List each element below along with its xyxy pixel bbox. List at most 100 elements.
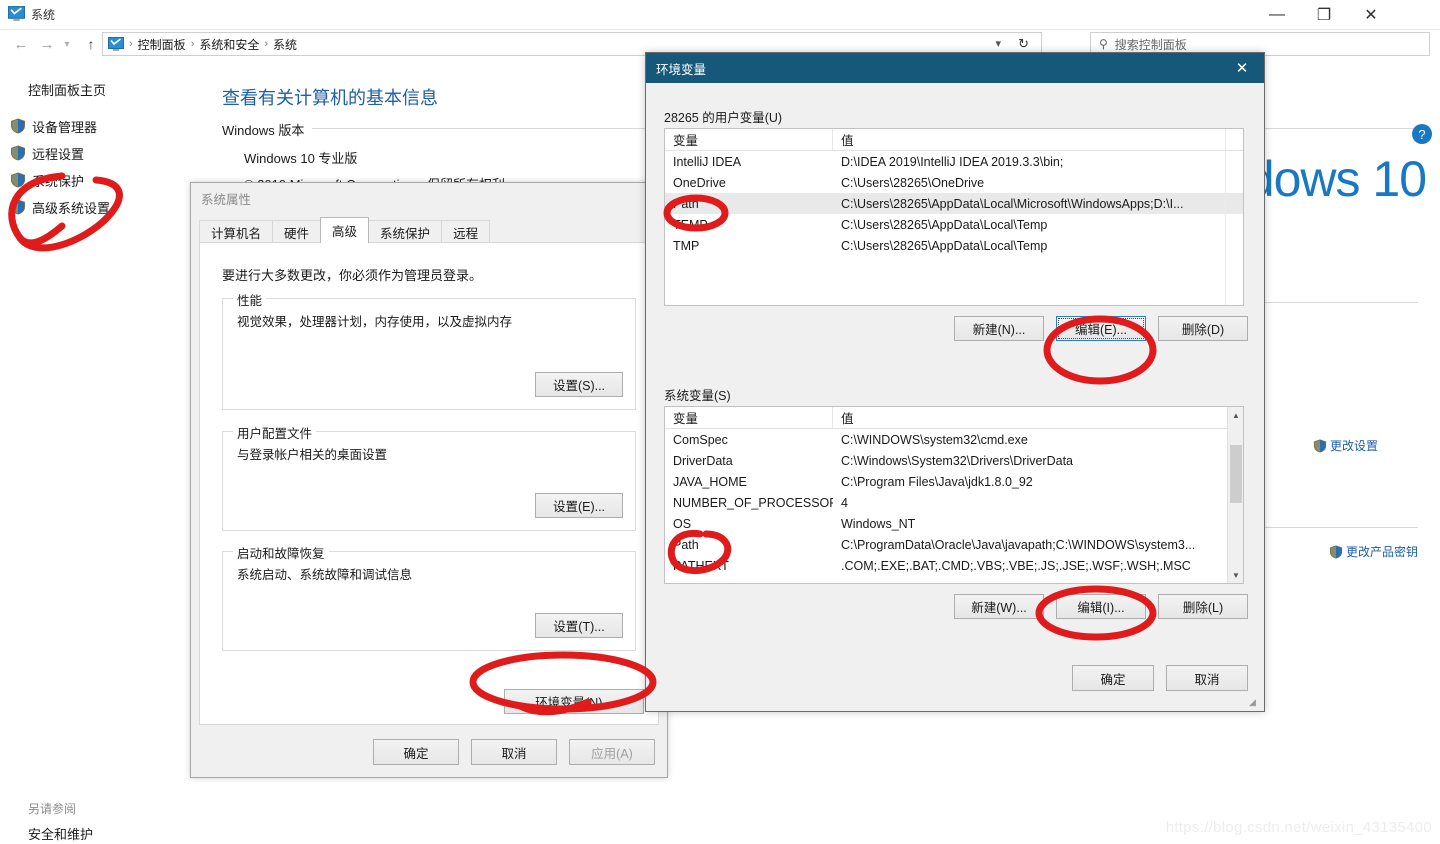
arrow-left-icon[interactable]: ←	[10, 33, 32, 55]
table-row[interactable]: NUMBER_OF_PROCESSORS 4	[665, 492, 1243, 513]
variable-name: JAVA_HOME	[673, 474, 747, 489]
system-properties-footer: 确定 取消 应用(A)	[373, 739, 655, 765]
cancel-button[interactable]: 取消	[471, 739, 557, 765]
sidebar-item-remote-settings[interactable]: 远程设置	[10, 142, 84, 164]
sidebar-item-system-protection[interactable]: 系统保护	[10, 169, 84, 191]
delete-user-variable-button[interactable]: 删除(D)	[1158, 316, 1248, 341]
help-question-icon[interactable]: ?	[1412, 124, 1432, 144]
variable-name: TMP	[673, 238, 700, 253]
table-row[interactable]: IntelliJ IDEA D:\IDEA 2019\IntelliJ IDEA…	[665, 151, 1243, 172]
scrollbar-thumb[interactable]	[1230, 445, 1242, 503]
column-header-value[interactable]: 值	[833, 129, 1243, 150]
screen: 系统 — ❐ ✕ ← → ▾ ↑ › 控制面板 › 系统和安全 › 系统 ▾ ↻…	[0, 0, 1440, 844]
scroll-down-icon[interactable]: ▼	[1228, 567, 1243, 583]
user-profiles-group-title: 用户配置文件	[233, 423, 317, 442]
search-placeholder: 搜索控制面板	[1114, 37, 1187, 52]
user-profiles-group: 用户配置文件 与登录帐户相关的桌面设置 设置(E)...	[222, 423, 636, 531]
new-system-variable-button[interactable]: 新建(W)...	[954, 594, 1044, 619]
scroll-up-icon[interactable]: ▲	[1228, 407, 1243, 423]
system-properties-tabstrip: 计算机名 硬件 高级 系统保护 远程	[199, 217, 659, 243]
edit-user-variable-button[interactable]: 编辑(E)...	[1056, 316, 1146, 341]
cancel-button[interactable]: 取消	[1166, 665, 1248, 691]
minimize-button[interactable]: —	[1254, 0, 1300, 30]
refresh-icon[interactable]: ↻	[1018, 36, 1029, 52]
variable-value: C:\Users\28265\AppData\Local\Microsoft\W…	[841, 196, 1184, 211]
breadcrumb-item-system[interactable]: 系统	[270, 36, 300, 53]
tab-remote[interactable]: 远程	[441, 220, 491, 243]
ok-button[interactable]: 确定	[1072, 665, 1154, 691]
close-button[interactable]: ✕	[1348, 0, 1394, 30]
startup-recovery-settings-button[interactable]: 设置(T)...	[535, 613, 623, 638]
sidebar-item-device-manager[interactable]: 设备管理器	[10, 115, 97, 137]
tab-advanced[interactable]: 高级	[320, 217, 370, 243]
resize-grip-icon[interactable]: ◢	[1249, 697, 1261, 709]
delete-system-variable-button[interactable]: 删除(L)	[1158, 594, 1248, 619]
admin-note: 要进行大多数更改，你必须作为管理员登录。	[222, 268, 483, 283]
system-properties-dialog: 系统属性 计算机名 硬件 高级 系统保护 远程 要进行大多数更改，你必须作为管理…	[190, 182, 668, 778]
system-variables-button-row: 新建(W)... 编辑(I)... 删除(L)	[954, 594, 1248, 619]
environment-variables-button[interactable]: 环境变量(N)...	[504, 689, 644, 714]
user-profiles-group-desc: 与登录帐户相关的桌面设置	[237, 448, 388, 462]
user-grid-scroll-gutter	[1225, 129, 1243, 305]
change-settings-label: 更改设置	[1330, 439, 1379, 453]
column-header-value[interactable]: 值	[833, 407, 1243, 428]
user-profiles-settings-button[interactable]: 设置(E)...	[535, 493, 623, 518]
system-grid-scrollbar[interactable]: ▲ ▼	[1227, 407, 1243, 583]
user-variables-grid[interactable]: 变量 值 IntelliJ IDEA D:\IDEA 2019\IntelliJ…	[664, 128, 1244, 306]
see-also-header: 另请参阅	[28, 802, 77, 816]
performance-settings-button[interactable]: 设置(S)...	[535, 372, 623, 397]
breadcrumb-separator: ›	[264, 38, 269, 50]
sidebar-item-home[interactable]: 控制面板主页	[28, 80, 106, 99]
column-header-variable[interactable]: 变量	[665, 129, 833, 150]
variable-name: TEMP	[673, 217, 708, 232]
user-variables-button-row: 新建(N)... 编辑(E)... 删除(D)	[954, 316, 1248, 341]
edit-system-variable-button[interactable]: 编辑(I)...	[1056, 594, 1146, 619]
table-row[interactable]: OS Windows_NT	[665, 513, 1243, 534]
page-title: 查看有关计算机的基本信息	[222, 88, 438, 108]
sidebar-item-advanced-system-settings[interactable]: 高级系统设置	[10, 196, 110, 218]
breadcrumb-item-control-panel[interactable]: 控制面板	[135, 36, 189, 53]
see-also-link-security-maintenance[interactable]: 安全和维护	[28, 824, 93, 843]
startup-recovery-group: 启动和故障恢复 系统启动、系统故障和调试信息 设置(T)...	[222, 543, 636, 651]
variable-value: C:\Program Files\Java\jdk1.8.0_92	[841, 474, 1033, 489]
variable-value: .COM;.EXE;.BAT;.CMD;.VBS;.VBE;.JS;.JSE;.…	[841, 558, 1191, 573]
arrow-up-icon[interactable]: ↑	[80, 33, 102, 55]
table-row[interactable]: Path C:\Users\28265\AppData\Local\Micros…	[665, 193, 1243, 214]
variable-name: OneDrive	[673, 175, 726, 190]
variable-value: C:\ProgramData\Oracle\Java\javapath;C:\W…	[841, 537, 1196, 552]
table-row[interactable]: ComSpec C:\WINDOWS\system32\cmd.exe	[665, 429, 1243, 450]
arrow-right-icon[interactable]: →	[36, 33, 58, 55]
table-row[interactable]: DriverData C:\Windows\System32\Drivers\D…	[665, 450, 1243, 471]
tab-system-protection[interactable]: 系统保护	[368, 220, 443, 243]
table-row[interactable]: TEMP C:\Users\28265\AppData\Local\Temp	[665, 214, 1243, 235]
variable-name: ComSpec	[673, 432, 728, 447]
startup-recovery-group-desc: 系统启动、系统故障和调试信息	[237, 568, 413, 582]
user-variables-label: 28265 的用户变量(U)	[664, 111, 783, 125]
chevron-down-icon[interactable]: ▾	[60, 33, 74, 55]
ok-button[interactable]: 确定	[373, 739, 459, 765]
maximize-button[interactable]: ❐	[1301, 0, 1347, 30]
system-variables-grid[interactable]: 变量 值 ComSpec C:\WINDOWS\system32\cmd.exe…	[664, 406, 1244, 584]
table-row[interactable]: JAVA_HOME C:\Program Files\Java\jdk1.8.0…	[665, 471, 1243, 492]
table-row[interactable]: PATHEXT .COM;.EXE;.BAT;.CMD;.VBS;.VBE;.J…	[665, 555, 1243, 576]
shield-icon	[11, 145, 25, 161]
table-row[interactable]: Path C:\ProgramData\Oracle\Java\javapath…	[665, 534, 1243, 555]
tab-computer-name[interactable]: 计算机名	[199, 220, 274, 243]
chevron-down-icon[interactable]: ▾	[995, 37, 1001, 50]
tab-hardware[interactable]: 硬件	[272, 220, 322, 243]
new-user-variable-button[interactable]: 新建(N)...	[954, 316, 1044, 341]
apply-button[interactable]: 应用(A)	[569, 739, 655, 765]
breadcrumb-item-system-and-security[interactable]: 系统和安全	[196, 36, 262, 53]
breadcrumb-separator: ›	[190, 38, 195, 50]
shield-icon	[11, 118, 25, 134]
table-row[interactable]: OneDrive C:\Users\28265\OneDrive	[665, 172, 1243, 193]
table-row[interactable]: TMP C:\Users\28265\AppData\Local\Temp	[665, 235, 1243, 256]
close-icon[interactable]: ✕	[1220, 53, 1264, 83]
variable-value: C:\Users\28265\AppData\Local\Temp	[841, 238, 1048, 253]
change-settings-link[interactable]: 更改设置	[1313, 437, 1378, 454]
csdn-watermark: https://blog.csdn.net/weixin_43135400	[1165, 819, 1432, 836]
system-monitor-icon	[8, 6, 25, 21]
shield-icon	[1329, 544, 1343, 559]
column-header-variable[interactable]: 变量	[665, 407, 833, 428]
change-product-key-link[interactable]: 更改产品密钥	[1329, 543, 1418, 560]
